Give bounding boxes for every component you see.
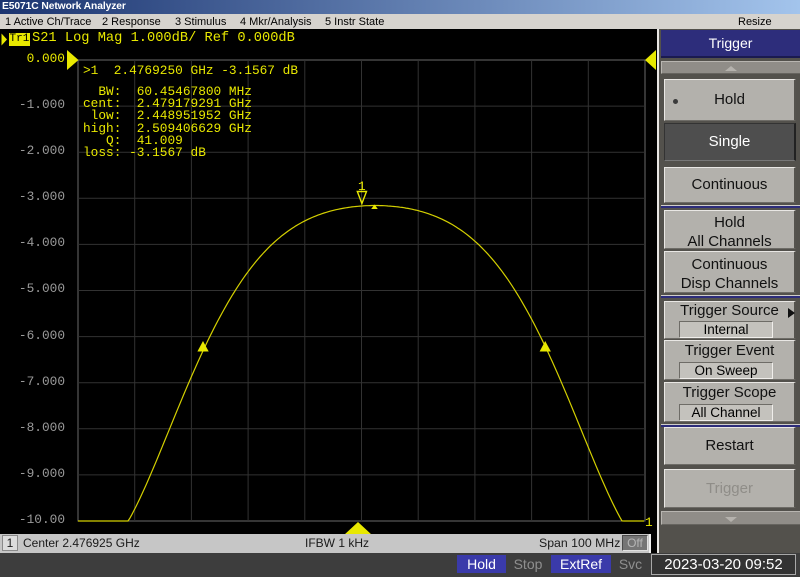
svg-text:1: 1 bbox=[645, 515, 653, 530]
svg-text:1: 1 bbox=[358, 179, 366, 194]
